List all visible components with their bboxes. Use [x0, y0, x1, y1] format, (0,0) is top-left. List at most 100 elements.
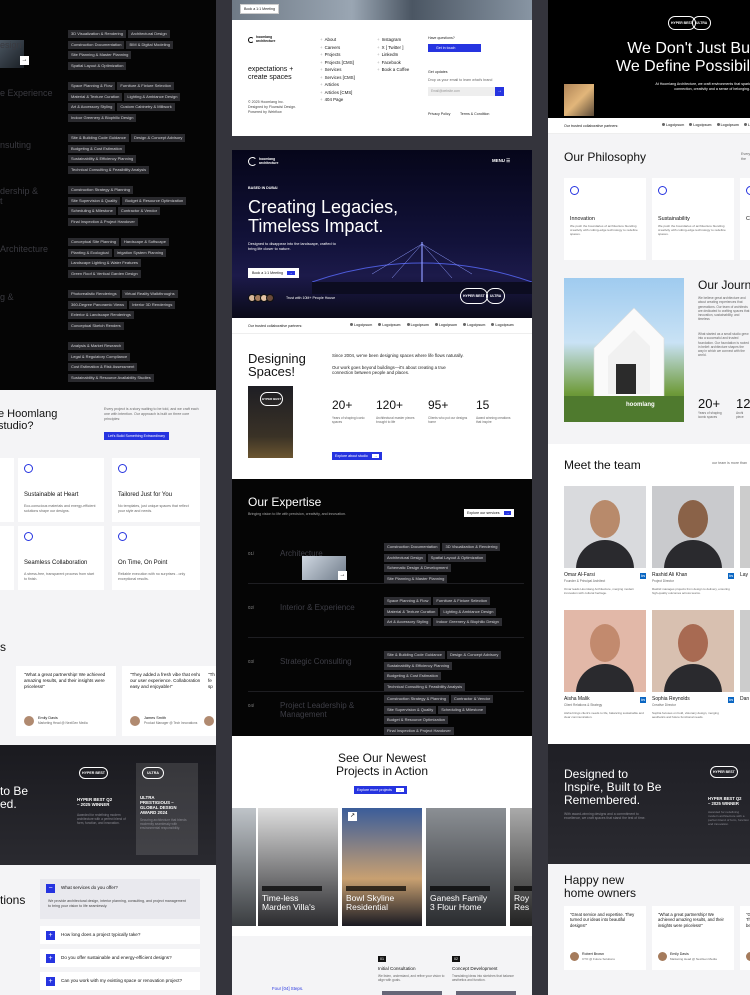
testimonial-role: Marketing Head @ NextGen Media	[670, 957, 717, 961]
faq-item[interactable]: + How long does a project typically take?	[40, 926, 200, 944]
stat-item: 20+ Years of shaping iconic spaces	[332, 398, 372, 424]
bullet-icon: +	[320, 37, 323, 42]
footer-nav-link[interactable]: +404 Page	[320, 96, 355, 104]
expertise-label[interactable]: Project Leadership & Management	[280, 701, 354, 719]
linkedin-icon[interactable]: in	[728, 573, 734, 579]
plus-icon[interactable]: +	[46, 977, 55, 986]
linkedin-icon[interactable]: in	[640, 697, 646, 703]
service-chip[interactable]: Green Roof & Vertical Garden Design	[68, 269, 141, 278]
service-chip[interactable]: Art & Accessory Styling	[384, 618, 432, 626]
feature-text: No templates, just unique spaces that re…	[118, 504, 189, 513]
footer-legal-privacy[interactable]: Privacy Policy	[428, 112, 450, 117]
project-name: Roy Res	[514, 893, 530, 912]
footer-copyright: © 2025 Hoomlang Inc. Designed by Flowsds…	[248, 100, 297, 114]
project-card[interactable]: Roy Res	[510, 808, 532, 926]
footer-nav-link[interactable]: + About	[320, 36, 355, 44]
footer-nav-label: Projects [CMS]	[324, 59, 354, 65]
col3-hero-title: We Don't Just Bu We Define Possibil	[616, 40, 750, 75]
service-chip[interactable]: Design & Concept Advisory	[130, 134, 186, 142]
footer-nav-link[interactable]: + Projects [CMS]	[320, 59, 355, 67]
service-chip[interactable]: BIM & Digital Modeling	[126, 40, 173, 49]
footer-social-link[interactable]: + Instagram	[377, 36, 409, 44]
footer-social-link[interactable]: + Book a Coffee	[377, 66, 409, 74]
service-chip[interactable]: Conceptual Sketch Renders	[68, 321, 124, 330]
avatar	[266, 294, 274, 302]
faq-item[interactable]: − What services do you offer? We provide a…	[40, 879, 200, 919]
email-submit-icon[interactable]: →	[495, 87, 504, 96]
expertise-number: 02/	[248, 605, 255, 610]
footer-nav-link[interactable]: + Articles [CMS]	[320, 89, 355, 97]
team-role: Project Director	[652, 579, 674, 583]
steps-link[interactable]: Four [04] Steps.	[272, 986, 303, 991]
project-name: Ganesh Family 3 Flour Home	[430, 893, 488, 912]
arrow-button[interactable]: →	[338, 571, 347, 580]
col1-testimonials: s "What a great partnership! We achieved…	[0, 610, 216, 745]
footer-nav-link[interactable]: + Services	[320, 66, 355, 74]
step-text: Translating ideas into sketches that bal…	[452, 974, 514, 982]
service-chip[interactable]: Technical Consulting & Feasibility Analy…	[68, 165, 150, 174]
faq-question: What services do you offer?	[61, 885, 118, 890]
partner-logo: Logoipsum	[716, 123, 739, 127]
chip-row: Conceptual Site Planning Hardscape & Soft…	[68, 230, 213, 246]
expertise-label[interactable]: Architecture	[280, 549, 323, 558]
faq-item[interactable]: + Do you offer sustainable and energy-eff…	[40, 949, 200, 967]
footer-social-link[interactable]: + X [ Twitter ]	[377, 44, 409, 52]
chip-row: 3D Visualization & Rendering Architectura…	[68, 22, 213, 38]
project-card[interactable]: Ganesh Family 3 Flour Home	[426, 808, 506, 926]
team-face	[590, 500, 620, 538]
footer-nav-link[interactable]: + Services [CMS]	[320, 74, 355, 82]
footer-nav: + About + Careers + Projects + Projects [CMS] + S…	[320, 36, 355, 104]
footer-social-link[interactable]: + LinkedIn	[377, 51, 409, 59]
service-chip[interactable]: Indoor Greenery & Biophilic Design	[433, 618, 502, 626]
expertise-label[interactable]: Strategic Consulting	[280, 657, 352, 666]
expertise-label[interactable]: Interior & Experience	[280, 603, 355, 612]
linkedin-icon[interactable]: in	[728, 697, 734, 703]
bullet-icon: +	[320, 89, 323, 95]
avatar	[130, 716, 140, 726]
award-badge: ULTRA	[142, 767, 164, 779]
service-chip[interactable]: Final Inspection & Project Handover	[68, 217, 138, 226]
service-chip[interactable]: Interior 3D Renderings	[129, 300, 176, 309]
footer-nav-link[interactable]: + Articles	[320, 81, 355, 89]
service-chip[interactable]: Sustainability & Resource Availability S…	[68, 373, 154, 382]
service-chip[interactable]: Design & Concept Advisory	[446, 651, 502, 659]
feature-card	[0, 526, 14, 590]
designing-title: Designing Spaces!	[248, 351, 306, 379]
project-card[interactable]	[232, 808, 256, 926]
project-card[interactable]: ↗ Bowl Skyline Residential	[342, 808, 422, 926]
plus-icon[interactable]: +	[46, 954, 55, 963]
team-body	[664, 664, 722, 692]
faq-item[interactable]: + Can you work with my existing space or …	[40, 972, 200, 990]
footer-email-input[interactable]: Email@website.com →	[428, 87, 504, 96]
menu-button[interactable]: MENU ☰	[492, 158, 510, 164]
award-title: HYPER BEST Q2 – 2025 WINNER	[708, 796, 742, 806]
service-chip[interactable]: Final Inspection & Project Handover	[384, 726, 454, 735]
explore-studio-button[interactable]: Explore about studio →	[332, 452, 383, 460]
plus-icon[interactable]: +	[46, 931, 55, 940]
footer-nav-link[interactable]: + Careers	[320, 44, 355, 52]
partner-logo-icon	[716, 123, 720, 126]
award-badge: ULTRA	[692, 16, 712, 30]
footer-book-button[interactable]: Book a 1:1 Meeting	[240, 4, 279, 14]
hero-book-button[interactable]: Book a 1:1 Meeting →	[248, 268, 299, 278]
arrow-button[interactable]: ↗	[348, 812, 357, 821]
testimonial-role: Product Manager @ Tech Innovations	[144, 721, 198, 725]
footer-social-link[interactable]: + Facebook	[377, 59, 409, 67]
why-cta-button[interactable]: Let's Build Something Extraordinary	[104, 432, 170, 440]
footer-contact-button[interactable]: Get in touch	[428, 44, 481, 52]
explore-services-button[interactable]: Explore our services →	[464, 509, 515, 517]
linkedin-icon[interactable]: in	[640, 573, 646, 579]
minus-icon[interactable]: −	[46, 884, 55, 893]
team-text: Omar leads Hoomlang Architecture, mergin…	[564, 587, 635, 595]
stat-value: 20+	[332, 398, 353, 412]
footer-nav-link[interactable]: + Projects	[320, 51, 355, 59]
service-chip[interactable]: Spatial Layout & Optimization	[68, 61, 127, 70]
explore-projects-button[interactable]: Explore more projects →	[354, 786, 407, 794]
service-chip[interactable]: Site Planning & Master Planning	[384, 574, 448, 583]
service-chip[interactable]: Indoor Greenery & Biophilic Design	[68, 113, 137, 122]
award-card: HYPER BEST HYPER BEST Q2 – 2025 WINNER A…	[704, 762, 750, 854]
expertise-number: 03/	[248, 659, 255, 664]
partner-logo-icon	[743, 123, 747, 126]
project-card[interactable]: Time-less Marden Villa's	[258, 808, 338, 926]
footer-legal-terms[interactable]: Terms & Condition	[460, 112, 489, 117]
